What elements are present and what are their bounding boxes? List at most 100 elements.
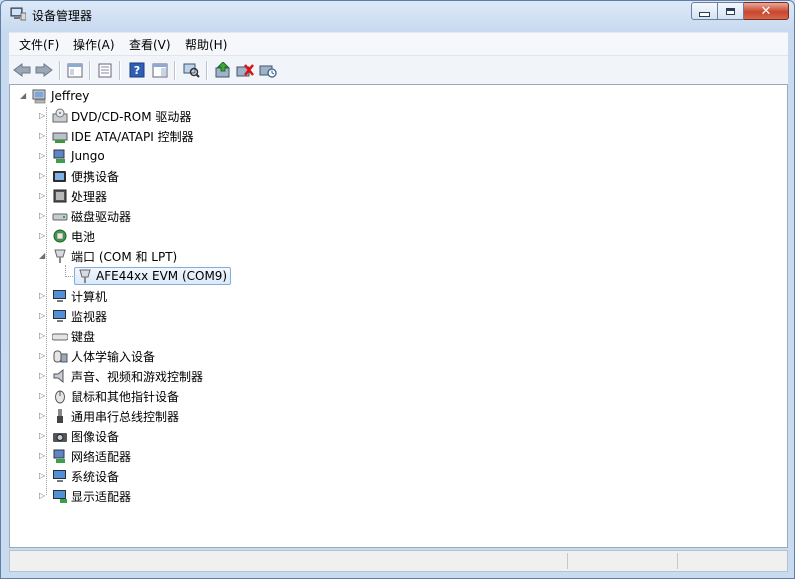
tree-category-3[interactable]: ▷ 便携设备 bbox=[39, 167, 119, 185]
device-tree[interactable]: ◢ Jeffrey ▷ DVD/CD-ROM 驱动器 ▷ IDE ATA/ATAPI … bbox=[9, 84, 788, 548]
tree-category-14[interactable]: ▷ 通用串行总线控制器 bbox=[39, 407, 179, 425]
expand-arrow-icon[interactable]: ▷ bbox=[39, 291, 48, 300]
mouse-icon bbox=[55, 390, 65, 404]
toolbar: ? bbox=[9, 55, 788, 85]
menu-view[interactable]: 查看(V) bbox=[127, 36, 173, 53]
expand-arrow-icon[interactable]: ▷ bbox=[39, 151, 48, 160]
port-icon bbox=[54, 249, 66, 263]
minimize-icon bbox=[699, 11, 710, 17]
tree-category-6[interactable]: ▷ 电池 bbox=[39, 227, 95, 245]
update-driver-button[interactable] bbox=[213, 60, 233, 80]
tree-category-12[interactable]: ▷ 声音、视频和游戏控制器 bbox=[39, 367, 203, 385]
svg-text:?: ? bbox=[134, 64, 140, 77]
disable-button[interactable] bbox=[258, 60, 278, 80]
expand-arrow-icon[interactable]: ▷ bbox=[39, 211, 48, 220]
computer-icon bbox=[32, 89, 46, 104]
back-button[interactable] bbox=[12, 60, 32, 80]
expand-arrow-icon[interactable]: ▷ bbox=[39, 411, 48, 420]
expand-arrow-icon[interactable]: ▷ bbox=[39, 491, 48, 500]
computer-icon bbox=[53, 290, 66, 302]
expand-arrow-icon[interactable]: ▷ bbox=[39, 471, 48, 480]
action-pane-button[interactable] bbox=[150, 60, 170, 80]
hid-icon bbox=[53, 350, 68, 363]
dvd-drive-icon bbox=[52, 108, 68, 123]
close-button[interactable]: ✕ bbox=[744, 2, 789, 20]
minimize-button[interactable] bbox=[691, 2, 718, 20]
tree-category-15[interactable]: ▷ 图像设备 bbox=[39, 427, 119, 445]
collapse-arrow-icon[interactable]: ◢ bbox=[39, 251, 48, 260]
tree-category-label: 端口 (COM 和 LPT) bbox=[71, 249, 178, 264]
tree-category-label: 人体学输入设备 bbox=[71, 349, 156, 364]
tree-category-9[interactable]: ▷ 监视器 bbox=[39, 307, 107, 325]
tree-category-5[interactable]: ▷ 磁盘驱动器 bbox=[39, 207, 131, 225]
expand-arrow-icon[interactable]: ▷ bbox=[39, 431, 48, 440]
tree-category-label: IDE ATA/ATAPI 控制器 bbox=[71, 129, 194, 144]
monitor-icon bbox=[53, 310, 66, 322]
expand-arrow-icon[interactable]: ▷ bbox=[39, 111, 48, 120]
tree-category-16[interactable]: ▷ 网络适配器 bbox=[39, 447, 131, 465]
maximize-button[interactable] bbox=[718, 2, 744, 20]
expand-arrow-icon[interactable]: ▷ bbox=[39, 311, 48, 320]
properties-icon bbox=[98, 63, 112, 77]
tree-category-4[interactable]: ▷ 处理器 bbox=[39, 187, 107, 205]
properties-button[interactable] bbox=[95, 60, 115, 80]
tree-category-label: 计算机 bbox=[71, 289, 108, 304]
menu-bar: 文件(F) 操作(A) 查看(V) 帮助(H) bbox=[9, 32, 788, 55]
tree-category-10[interactable]: ▷ 键盘 bbox=[39, 327, 95, 345]
tree-category-7[interactable]: ◢ 端口 (COM 和 LPT) bbox=[39, 247, 177, 265]
uninstall-button[interactable] bbox=[235, 60, 255, 80]
expand-arrow-icon[interactable]: ▷ bbox=[39, 171, 48, 180]
expand-arrow-icon[interactable]: ▷ bbox=[39, 231, 48, 240]
tree-category-0[interactable]: ▷ DVD/CD-ROM 驱动器 bbox=[39, 107, 191, 125]
tree-category-label: 键盘 bbox=[71, 329, 96, 344]
title-bar[interactable]: 设备管理器 ✕ bbox=[1, 1, 794, 29]
expand-arrow-icon[interactable]: ▷ bbox=[39, 331, 48, 340]
sound-icon bbox=[53, 368, 64, 384]
tree-category-label: 便携设备 bbox=[71, 169, 120, 184]
tree-category-label: DVD/CD-ROM 驱动器 bbox=[71, 109, 192, 124]
tree-device-0[interactable]: AFE44xx EVM (COM9) bbox=[74, 267, 232, 285]
expand-arrow-icon[interactable]: ▷ bbox=[39, 391, 48, 400]
expand-arrow-icon[interactable]: ▷ bbox=[39, 351, 48, 360]
menu-help[interactable]: 帮助(H) bbox=[183, 36, 229, 53]
expand-arrow-icon[interactable]: ▷ bbox=[39, 371, 48, 380]
disk-drive-icon bbox=[52, 213, 68, 221]
help-icon: ? bbox=[129, 62, 145, 78]
menu-file[interactable]: 文件(F) bbox=[17, 36, 61, 53]
show-hide-console-tree-icon bbox=[67, 63, 83, 77]
disable-icon bbox=[259, 65, 277, 78]
forward-icon bbox=[35, 63, 53, 77]
tree-category-11[interactable]: ▷ 人体学输入设备 bbox=[39, 347, 155, 365]
forward-button[interactable] bbox=[34, 60, 54, 80]
tree-category-13[interactable]: ▷ 鼠标和其他指针设备 bbox=[39, 387, 179, 405]
show-hide-console-tree-button[interactable] bbox=[65, 60, 85, 80]
processor-icon bbox=[53, 189, 67, 203]
ide-controller-icon bbox=[52, 132, 68, 143]
expand-arrow-icon[interactable]: ▷ bbox=[39, 451, 48, 460]
root-label: Jeffrey bbox=[51, 89, 90, 103]
scan-hardware-button[interactable] bbox=[181, 60, 201, 80]
portable-device-icon bbox=[53, 171, 66, 182]
tree-category-18[interactable]: ▷ 显示适配器 bbox=[39, 487, 131, 505]
tree-category-17[interactable]: ▷ 系统设备 bbox=[39, 467, 119, 485]
tree-category-8[interactable]: ▷ 计算机 bbox=[39, 287, 107, 305]
tree-category-1[interactable]: ▷ IDE ATA/ATAPI 控制器 bbox=[39, 127, 194, 145]
back-icon bbox=[13, 63, 31, 77]
expand-arrow-icon[interactable]: ▷ bbox=[39, 131, 48, 140]
tree-category-label: 处理器 bbox=[71, 189, 108, 204]
close-icon: ✕ bbox=[760, 3, 772, 19]
help-button[interactable]: ? bbox=[127, 60, 147, 80]
tree-category-label: 图像设备 bbox=[71, 429, 120, 444]
tree-category-2[interactable]: ▷ Jungo bbox=[39, 147, 105, 165]
window-title: 设备管理器 bbox=[32, 9, 93, 23]
menu-action[interactable]: 操作(A) bbox=[71, 36, 117, 53]
tree-category-label: 系统设备 bbox=[71, 469, 120, 484]
status-pane-3 bbox=[677, 553, 678, 569]
expand-arrow-icon[interactable]: ▷ bbox=[39, 191, 48, 200]
network-adapter-icon bbox=[53, 449, 65, 463]
action-pane-icon bbox=[152, 63, 168, 77]
collapse-arrow-icon[interactable]: ◢ bbox=[20, 91, 29, 100]
keyboard-icon bbox=[52, 333, 68, 341]
tree-root[interactable]: ◢ Jeffrey bbox=[20, 87, 89, 105]
device-manager-window: 设备管理器 ✕ 文件(F) 操作(A) 查看(V) 帮助(H) ? ◢ Jeff… bbox=[0, 0, 795, 579]
